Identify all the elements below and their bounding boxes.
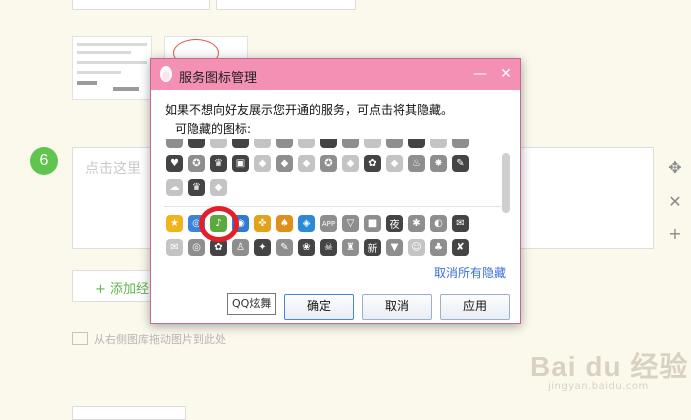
visible-service-icon[interactable]: ✱ (408, 215, 425, 232)
dialog-description: 如果不想向好友展示您开通的服务，可点击将其隐藏。 (165, 103, 454, 117)
hidden-service-icon[interactable]: ✎ (452, 155, 469, 172)
visible-service-icon[interactable]: ☠ (320, 239, 337, 256)
visible-service-icon[interactable]: ✎ (276, 239, 293, 256)
service-icon-dialog: 服务图标管理 — ✕ 如果不想向好友展示您开通的服务，可点击将其隐藏。 可隐藏的… (150, 58, 521, 324)
highlight-circle (199, 206, 239, 242)
close-icon[interactable]: ✕ (666, 193, 684, 211)
visible-service-icon[interactable]: ◐ (430, 215, 447, 232)
step-number-badge: 6 (30, 147, 58, 175)
service-icon[interactable] (430, 139, 447, 148)
visible-service-icon[interactable]: 夜 (386, 215, 403, 232)
hidden-service-icon[interactable]: ◆ (210, 179, 227, 196)
service-icon[interactable] (452, 139, 469, 148)
visible-service-icon[interactable]: ☺ (408, 239, 425, 256)
service-icon[interactable] (254, 139, 271, 148)
visible-service-icon[interactable]: ♣ (430, 239, 447, 256)
service-icon[interactable] (342, 139, 359, 148)
visible-service-icon[interactable]: ♠ (276, 215, 293, 232)
hidden-service-icon[interactable]: ✪ (188, 155, 205, 172)
hidden-service-icon[interactable]: ✪ (320, 155, 337, 172)
hidden-service-icon[interactable]: ◆ (298, 155, 315, 172)
add-button-label: + 添加经 (95, 282, 150, 297)
service-icon[interactable] (276, 139, 293, 148)
dialog-titlebar[interactable]: 服务图标管理 — ✕ (151, 59, 520, 90)
visible-service-icon[interactable]: 新 (364, 239, 381, 256)
minimize-icon[interactable]: — (471, 65, 489, 83)
visible-service-icon[interactable]: ✜ (254, 215, 271, 232)
ok-button[interactable]: 确定 (284, 294, 354, 320)
service-icon[interactable] (386, 139, 403, 148)
bottom-box (72, 406, 186, 420)
hidden-service-icon[interactable]: ✸ (430, 155, 447, 172)
apply-button[interactable]: 应用 (440, 294, 510, 320)
scrollbar-thumb[interactable] (502, 153, 510, 213)
visible-service-icon[interactable]: ♙ (232, 239, 249, 256)
image-icon (72, 332, 88, 345)
visible-service-icon[interactable]: APP (320, 215, 337, 232)
drag-hint-text: 从右侧图库拖动图片到此处 (94, 333, 226, 346)
visible-service-icon[interactable]: ❀ (298, 239, 315, 256)
service-icon[interactable] (320, 139, 337, 148)
dialog-title: 服务图标管理 (179, 71, 258, 86)
service-icon[interactable] (408, 139, 425, 148)
visible-service-icon[interactable]: ✉ (452, 215, 469, 232)
service-icon[interactable] (232, 139, 249, 148)
service-icon[interactable] (166, 139, 183, 148)
hidden-service-icon[interactable]: ▣ (232, 155, 249, 172)
service-icon[interactable] (298, 139, 315, 148)
hidden-service-icon[interactable]: ◆ (386, 155, 403, 172)
thumbnail-1[interactable] (72, 36, 152, 100)
visible-service-icon[interactable]: ◎ (188, 239, 205, 256)
top-box-left (72, 0, 210, 10)
qq-penguin-icon (160, 66, 172, 82)
unhide-all-link[interactable]: 取消所有隐藏 (434, 264, 506, 281)
cancel-button[interactable]: 取消 (362, 294, 432, 320)
hidden-service-icon[interactable]: ✿ (364, 155, 381, 172)
hidden-icons-row-1: ♥ ✪ ♛ ▣ ◆ ◆ ◆ ✪ ◆ ✿ ◆ ♨ ✸ ✎ (166, 155, 510, 172)
visible-service-icon[interactable]: ♜ (342, 239, 359, 256)
visible-service-icon[interactable]: ▽ (342, 215, 359, 232)
visible-service-icon[interactable]: ◈ (298, 215, 315, 232)
tooltip: QQ炫舞 (227, 293, 277, 315)
close-icon[interactable]: ✕ (497, 65, 515, 83)
service-icon[interactable] (364, 139, 381, 148)
visible-service-icon[interactable]: ■ (364, 215, 381, 232)
textarea-placeholder: 点击这里 (85, 161, 141, 177)
move-icon[interactable]: ✥ (666, 159, 684, 177)
service-icon[interactable] (188, 139, 205, 148)
visible-service-icon[interactable]: ✘ (452, 239, 469, 256)
watermark-main: Bai du 经验 (530, 351, 689, 382)
plus-icon[interactable]: + (666, 225, 684, 243)
hidden-service-icon[interactable]: ♥ (166, 155, 183, 172)
baidu-watermark: Bai du 经验 jingyan.baidu.com (530, 345, 689, 392)
hidden-service-icon[interactable]: ☁ (166, 179, 183, 196)
hidden-service-icon[interactable]: ♛ (210, 155, 227, 172)
visible-service-icon[interactable]: ▼ (386, 239, 403, 256)
hidden-service-icon[interactable]: ♨ (408, 155, 425, 172)
hidden-icons-partial-row (166, 139, 510, 148)
hidden-icons-row-2: ☁ ♛ ◆ (166, 179, 510, 196)
hidden-section-label: 可隐藏的图标: (175, 122, 252, 136)
watermark-sub: jingyan.baidu.com (548, 381, 649, 392)
visible-service-icon[interactable]: ★ (166, 215, 183, 232)
hidden-service-icon[interactable]: ◆ (342, 155, 359, 172)
top-box-right (216, 0, 356, 10)
service-icon[interactable] (210, 139, 227, 148)
hidden-service-icon[interactable]: ◆ (276, 155, 293, 172)
visible-service-icon[interactable]: ✦ (254, 239, 271, 256)
hidden-service-icon[interactable]: ♛ (188, 179, 205, 196)
visible-service-icon[interactable]: ✉ (166, 239, 183, 256)
hidden-service-icon[interactable]: ◆ (254, 155, 271, 172)
drag-hint: 从右侧图库拖动图片到此处 (72, 331, 226, 347)
